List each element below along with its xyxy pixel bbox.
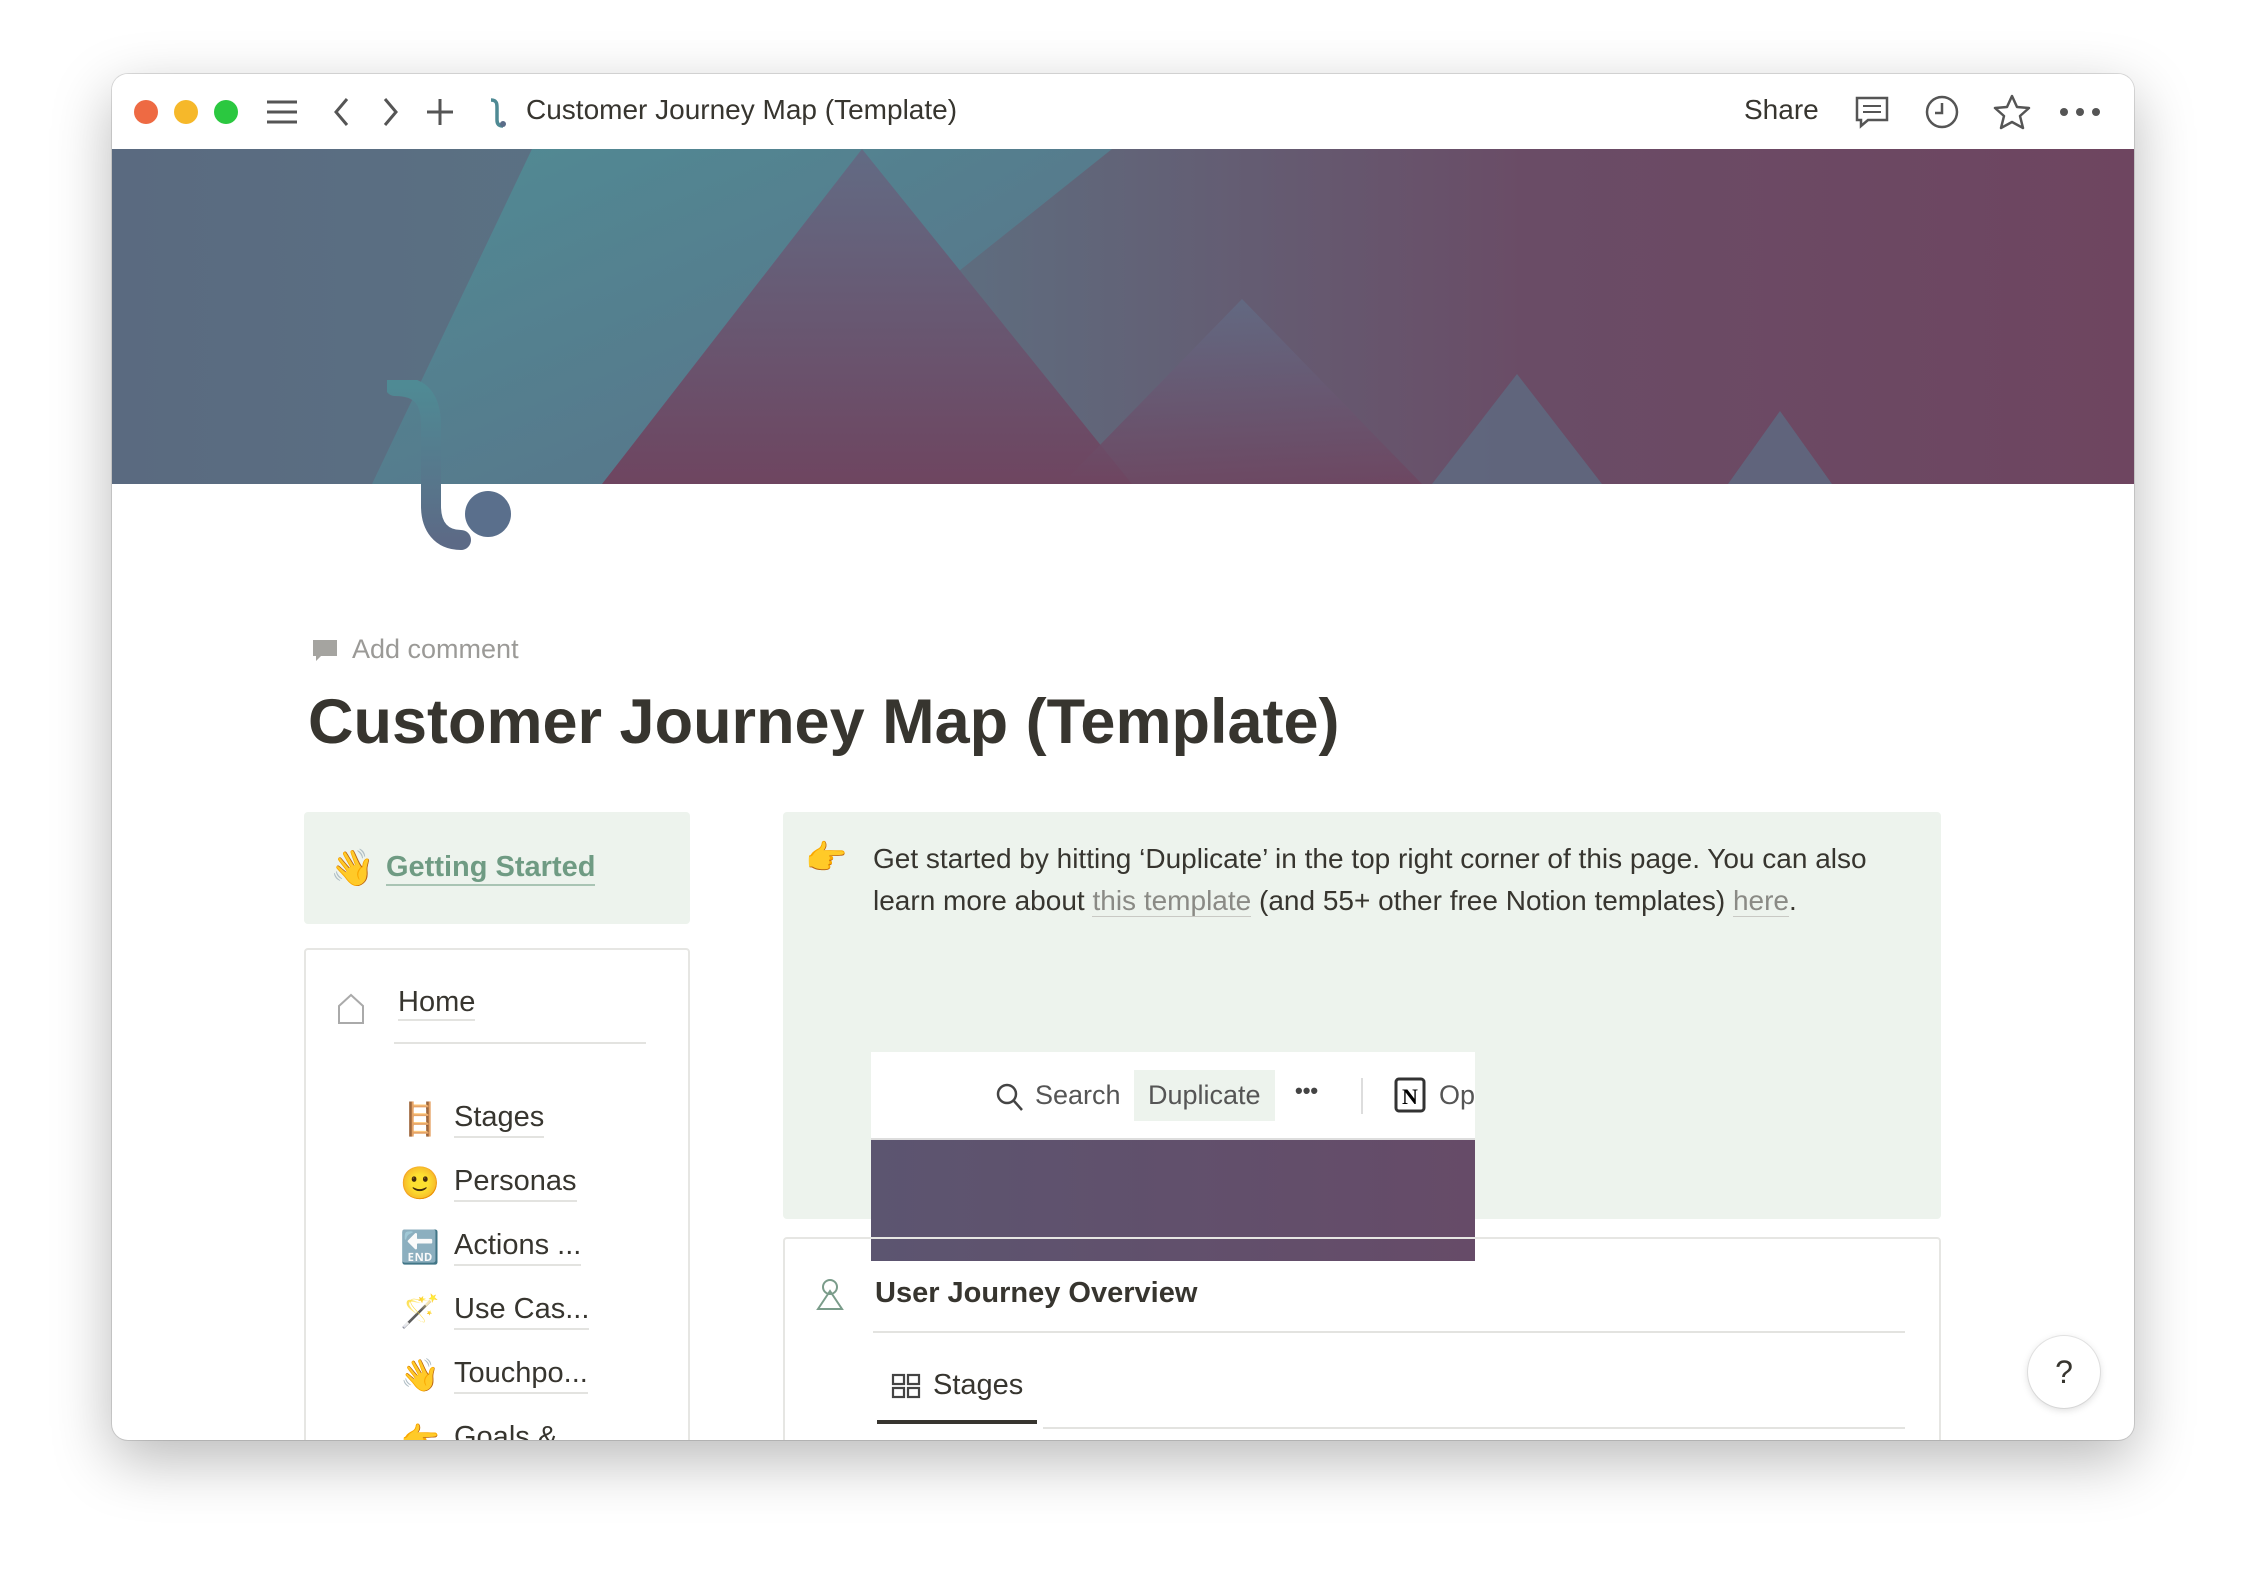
preview-open: Op — [1439, 1080, 1475, 1110]
nav-item-label: Personas — [454, 1165, 577, 1202]
page-logo-icon — [484, 96, 510, 130]
window-title[interactable]: Customer Journey Map (Template) — [526, 94, 957, 126]
nav-item-personas[interactable]: 🙂 Personas — [400, 1164, 577, 1202]
tab-stages[interactable]: Stages — [877, 1369, 1038, 1424]
pointing-hand-icon: 👉 — [400, 1420, 440, 1440]
magic-wand-icon: 🪄 — [400, 1292, 440, 1330]
share-button[interactable]: Share — [1744, 94, 1819, 126]
svg-text:N: N — [1402, 1084, 1418, 1109]
add-comment-label: Add comment — [352, 634, 519, 664]
duplicate-instructions-callout: 👉 Get started by hitting ‘Duplicate’ in … — [783, 812, 1941, 1261]
nav-item-label: Goals & ... — [454, 1421, 589, 1441]
help-button[interactable]: ? — [2028, 1336, 2100, 1408]
forward-icon[interactable] — [376, 94, 406, 130]
duplicate-preview-image: Search Duplicate ••• N Op — [871, 1052, 1475, 1261]
home-icon — [336, 992, 366, 1031]
nav-item-touchpoints[interactable]: 👋 Touchpo... — [400, 1356, 588, 1394]
waving-hand-icon: 👋 — [400, 1356, 440, 1394]
pointing-hand-icon: 👉 — [805, 838, 848, 878]
user-journey-overview-panel: User Journey Overview Stages — [783, 1237, 1941, 1440]
nav-home-link[interactable]: Home — [398, 986, 476, 1021]
nav-item-label: Touchpo... — [454, 1357, 588, 1394]
callout-text: Get started by hitting ‘Duplicate’ in th… — [873, 843, 1867, 917]
nav-item-actions[interactable]: 🔚 Actions ... — [400, 1228, 582, 1266]
page-title[interactable]: Customer Journey Map (Template) — [308, 686, 1340, 758]
notion-logo-icon: N — [1394, 1077, 1426, 1113]
more-icon[interactable] — [2058, 92, 2102, 132]
preview-duplicate: Duplicate — [1134, 1070, 1275, 1121]
getting-started-callout: 👋 Getting Started — [304, 812, 690, 924]
person-icon — [816, 1279, 844, 1310]
nav-item-goals[interactable]: 👉 Goals & ... — [400, 1420, 589, 1440]
gallery-icon — [891, 1373, 921, 1398]
maximize-window-button[interactable] — [214, 100, 238, 124]
tab-label: Stages — [933, 1369, 1024, 1401]
favorite-star-icon[interactable] — [1992, 92, 2032, 132]
overview-title: User Journey Overview — [875, 1277, 1198, 1309]
getting-started-link[interactable]: Getting Started — [386, 851, 596, 886]
search-icon — [996, 1083, 1023, 1111]
nav-item-label: Stages — [454, 1101, 545, 1138]
this-template-link[interactable]: this template — [1092, 885, 1252, 917]
smiley-icon: 🙂 — [400, 1164, 440, 1202]
divider — [873, 1331, 1905, 1333]
nav-item-label: Actions ... — [454, 1229, 582, 1266]
ladder-icon: 🪜 — [400, 1100, 440, 1138]
navigation-panel: Home 🪜 Stages 🙂 Personas 🔚 Actions ... 🪄 Use… — [304, 948, 690, 1440]
waving-hand-icon: 👋 — [330, 848, 375, 889]
nav-item-label: Use Cas... — [454, 1293, 590, 1330]
title-bar: Customer Journey Map (Template) Share — [112, 74, 2134, 149]
history-icon[interactable] — [1922, 92, 1962, 132]
new-page-icon[interactable] — [422, 94, 458, 130]
end-arrow-icon: 🔚 — [400, 1228, 440, 1266]
preview-search: Search — [1035, 1080, 1121, 1110]
back-icon[interactable] — [326, 94, 356, 130]
comment-icon — [313, 639, 337, 661]
nav-item-use-cases[interactable]: 🪄 Use Cas... — [400, 1292, 590, 1330]
nav-item-stages[interactable]: 🪜 Stages — [400, 1100, 545, 1138]
app-window: Customer Journey Map (Template) Share Ad… — [112, 74, 2134, 1440]
add-comment-button[interactable]: Add comment — [312, 634, 519, 665]
here-link[interactable]: here — [1732, 885, 1789, 917]
page-logo — [387, 380, 517, 552]
comment-icon[interactable] — [1852, 92, 1892, 132]
sidebar-menu-icon[interactable] — [264, 94, 300, 130]
minimize-window-button[interactable] — [174, 100, 198, 124]
close-window-button[interactable] — [134, 100, 158, 124]
divider — [394, 1042, 646, 1044]
preview-more-icon: ••• — [1295, 1078, 1319, 1103]
